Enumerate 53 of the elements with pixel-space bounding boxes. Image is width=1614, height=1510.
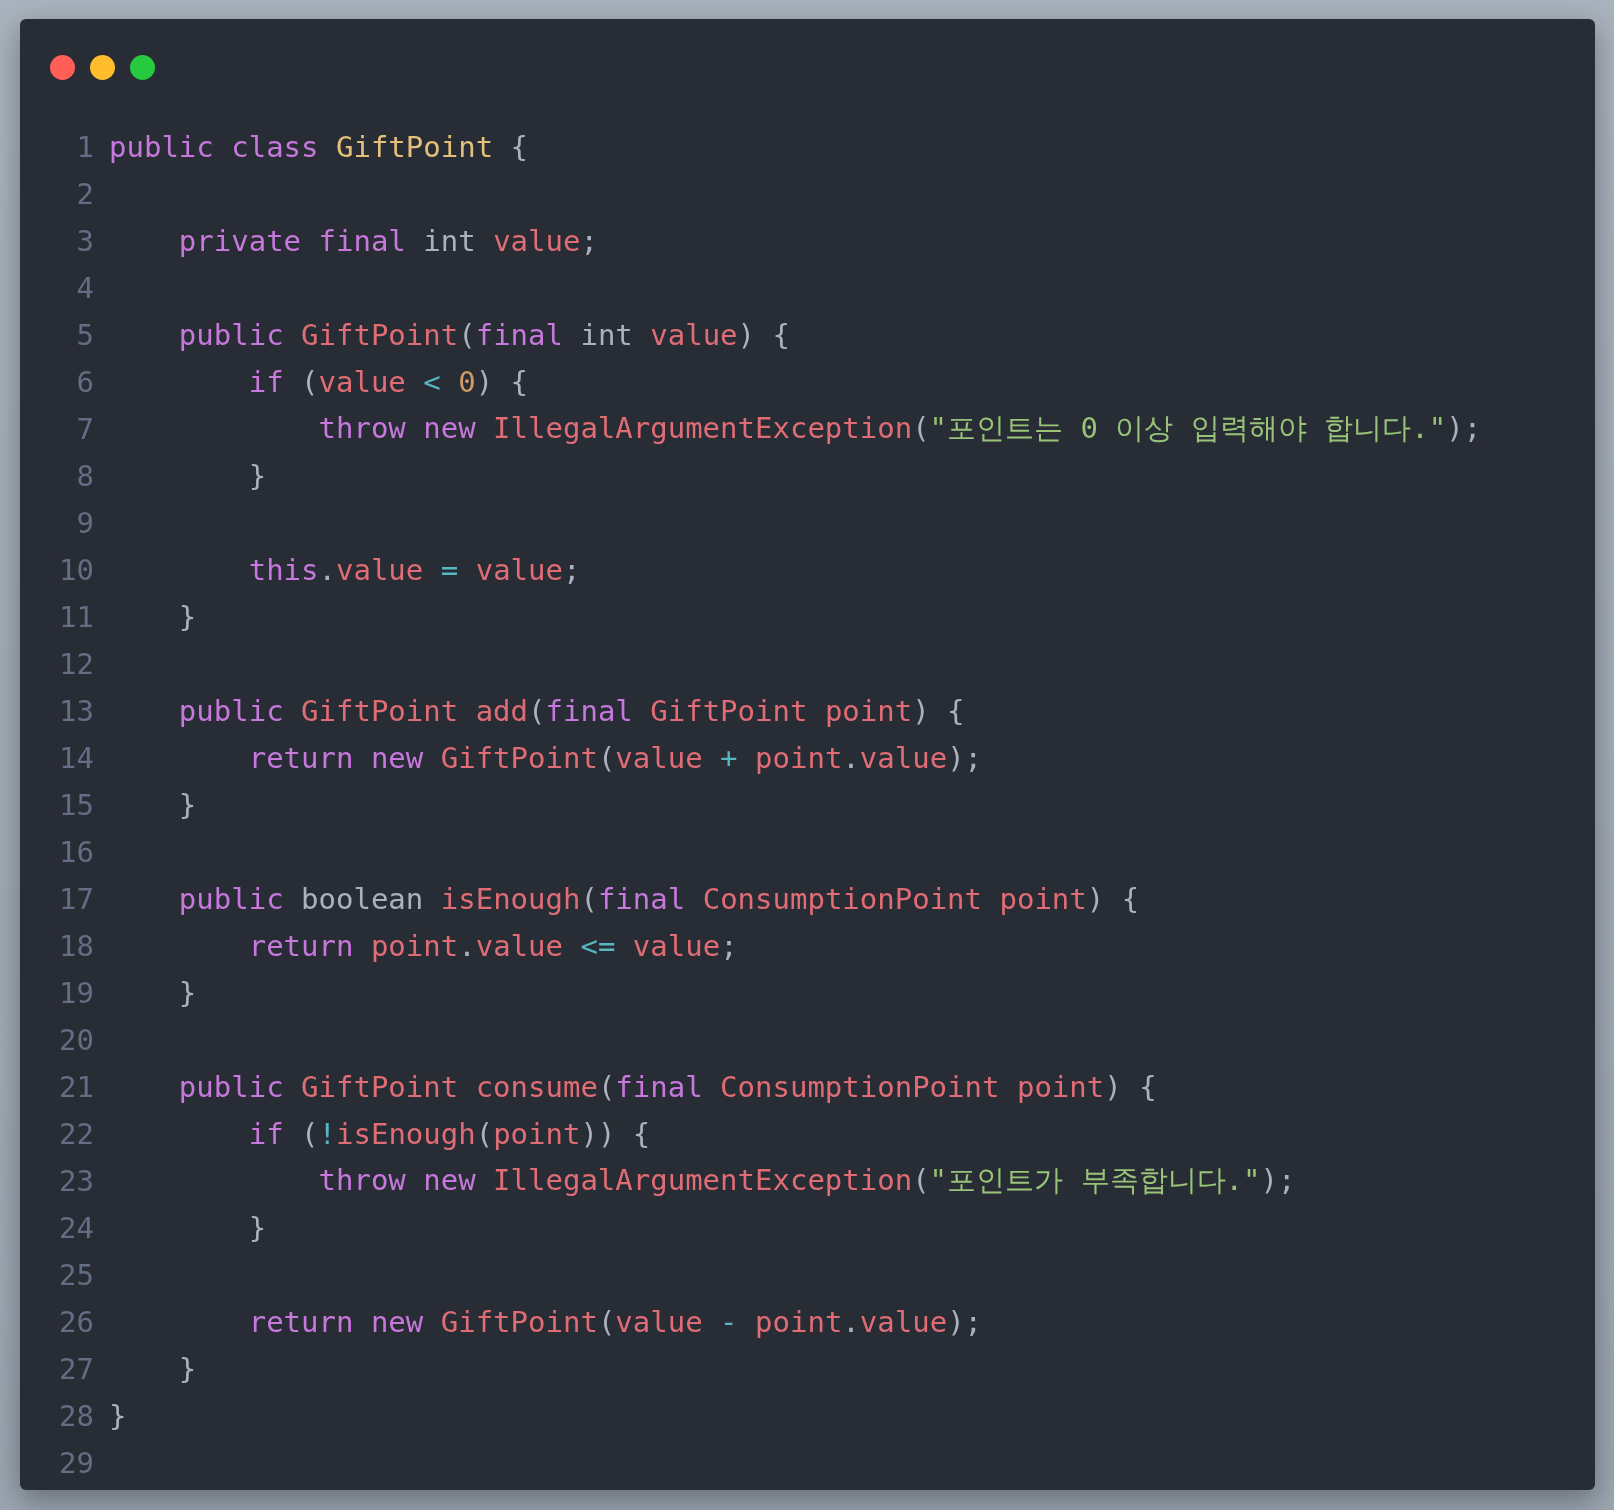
line-number: 7	[75, 411, 94, 446]
line-number: 6	[75, 364, 94, 399]
code-line: private final int value;	[177, 223, 598, 258]
code-line: return new GiftPoint(value + point.value);	[247, 740, 983, 775]
line-number: 12	[58, 646, 94, 681]
line-number: 16	[58, 834, 94, 869]
code-line: if (!isEnough(point)) {	[247, 1116, 651, 1151]
code-line: this.value = value;	[247, 552, 581, 587]
code-line: }	[177, 599, 197, 634]
line-number: 15	[58, 787, 94, 822]
code-line: if (value < 0) {	[247, 364, 529, 399]
line-number: 10	[58, 552, 94, 587]
line-number: 3	[75, 223, 94, 258]
line-number: 23	[58, 1163, 94, 1198]
code-line: }	[247, 458, 267, 493]
code-line: }	[177, 975, 197, 1010]
code-line: public GiftPoint add(final GiftPoint point) {	[177, 693, 965, 728]
close-button[interactable]	[50, 55, 75, 80]
line-number: 27	[58, 1351, 94, 1386]
line-number: 5	[75, 317, 94, 352]
line-number: 17	[58, 881, 94, 916]
line-number: 26	[58, 1304, 94, 1339]
code-line: public GiftPoint consume(final ConsumptionPoint point) {	[177, 1069, 1157, 1104]
line-number: 13	[58, 693, 94, 728]
code-line: return point.value <= value;	[247, 928, 738, 963]
minimize-button[interactable]	[90, 55, 115, 80]
line-number: 19	[58, 975, 94, 1010]
line-number: 29	[58, 1445, 94, 1480]
maximize-button[interactable]	[130, 55, 155, 80]
code-line: }	[177, 1351, 197, 1386]
line-number: 8	[75, 458, 94, 493]
code-line: public boolean isEnough(final ConsumptionPoint point) {	[177, 881, 1140, 916]
line-number: 2	[75, 176, 94, 211]
code-line: public GiftPoint(final int value) {	[177, 317, 790, 352]
line-number: 28	[58, 1398, 94, 1433]
line-number: 14	[58, 740, 94, 775]
line-number: 22	[58, 1116, 94, 1151]
line-number: 11	[58, 599, 94, 634]
line-number: 25	[58, 1257, 94, 1292]
line-number: 20	[58, 1022, 94, 1057]
code-line: public class GiftPoint {	[109, 129, 529, 164]
code-line: }	[177, 787, 197, 822]
line-number: 4	[75, 270, 94, 305]
line-number: 24	[58, 1210, 94, 1245]
line-number: 21	[58, 1069, 94, 1104]
line-number: 18	[58, 928, 94, 963]
code-line: }	[247, 1210, 267, 1245]
code-line: throw new IllegalArgumentException("포인트가 부족합니다.");	[317, 1161, 1296, 1199]
line-number: 1	[75, 129, 94, 164]
code-line: return new GiftPoint(value - point.value);	[247, 1304, 983, 1339]
code-line: throw new IllegalArgumentException("포인트는 0 이상 입력해야 합니다.");	[317, 409, 1482, 447]
code-line: }	[109, 1398, 127, 1433]
line-number: 9	[75, 505, 94, 540]
